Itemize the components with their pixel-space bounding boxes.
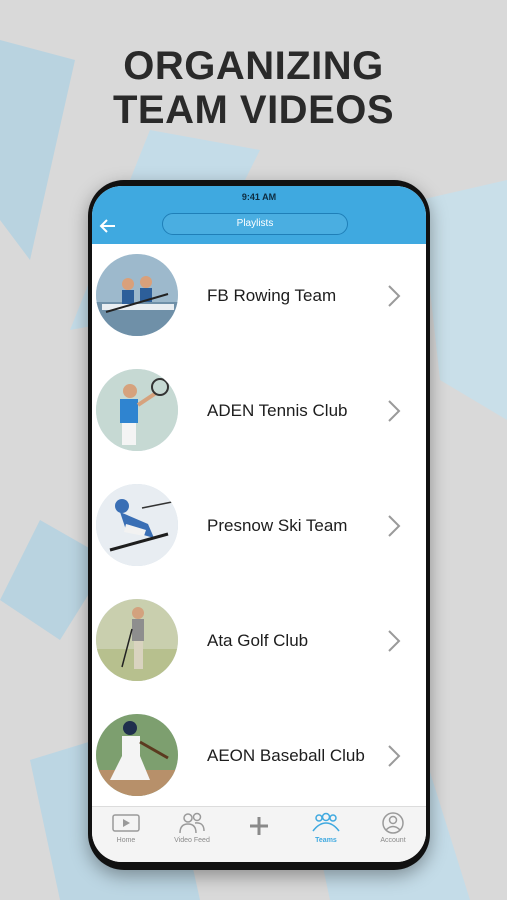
tab-home[interactable]: Home [96,811,156,859]
list-item-label: AEON Baseball Club [207,746,365,765]
tennis-photo [96,369,178,451]
page-title: Playlists [162,213,348,235]
team-icon [312,812,340,832]
golf-photo [96,599,178,681]
headline: ORGANIZING TEAM VIDEOS [0,44,507,132]
baseball-photo [96,714,178,796]
list-item-label: FB Rowing Team [207,286,337,305]
tab-label: Teams [315,837,337,844]
status-time: 9:41 AM [241,192,277,202]
chevron-right-icon [388,630,401,652]
chevron-right-icon [388,285,401,307]
headline-line-1: ORGANIZING [123,44,384,88]
list-item-label: Ata Golf Club [207,631,309,650]
top-bar: 9:41 AM Playlists [92,186,426,244]
chevron-right-icon [388,745,401,767]
list-item-label: Presnow Ski Team [207,516,348,535]
phone-screen: 9:41 AM Playlists FB Rowing Team ADEN Te… [92,186,426,862]
people-icon [179,812,205,834]
ski-photo [96,484,178,566]
home-video-icon [112,814,140,832]
add-button[interactable] [229,811,289,859]
headline-line-2: TEAM VIDEOS [112,88,395,132]
account-icon [382,812,404,834]
list-item-label: ADEN Tennis Club [207,401,348,420]
arrow-left-icon [99,219,115,233]
tab-video-feed[interactable]: Video Feed [162,811,222,859]
list-item[interactable]: Ata Golf Club [92,589,426,704]
bottom-tab-bar: Home Video Feed Teams Account [92,806,426,862]
tab-account[interactable]: Account [363,811,423,859]
team-list: FB Rowing Team ADEN Tennis Club Presnow … [92,244,426,819]
list-item[interactable]: AEON Baseball Club [92,704,426,819]
list-item[interactable]: ADEN Tennis Club [92,359,426,474]
list-item[interactable]: Presnow Ski Team [92,474,426,589]
chevron-right-icon [388,400,401,422]
tab-teams[interactable]: Teams [296,811,356,859]
list-item[interactable]: FB Rowing Team [92,244,426,359]
chevron-right-icon [388,515,401,537]
tab-label: Home [116,837,136,844]
tab-label: Video Feed [174,837,210,844]
rowing-photo [96,254,178,336]
tab-label: Account [380,837,406,844]
plus-icon [250,817,268,835]
back-button[interactable] [98,216,118,236]
